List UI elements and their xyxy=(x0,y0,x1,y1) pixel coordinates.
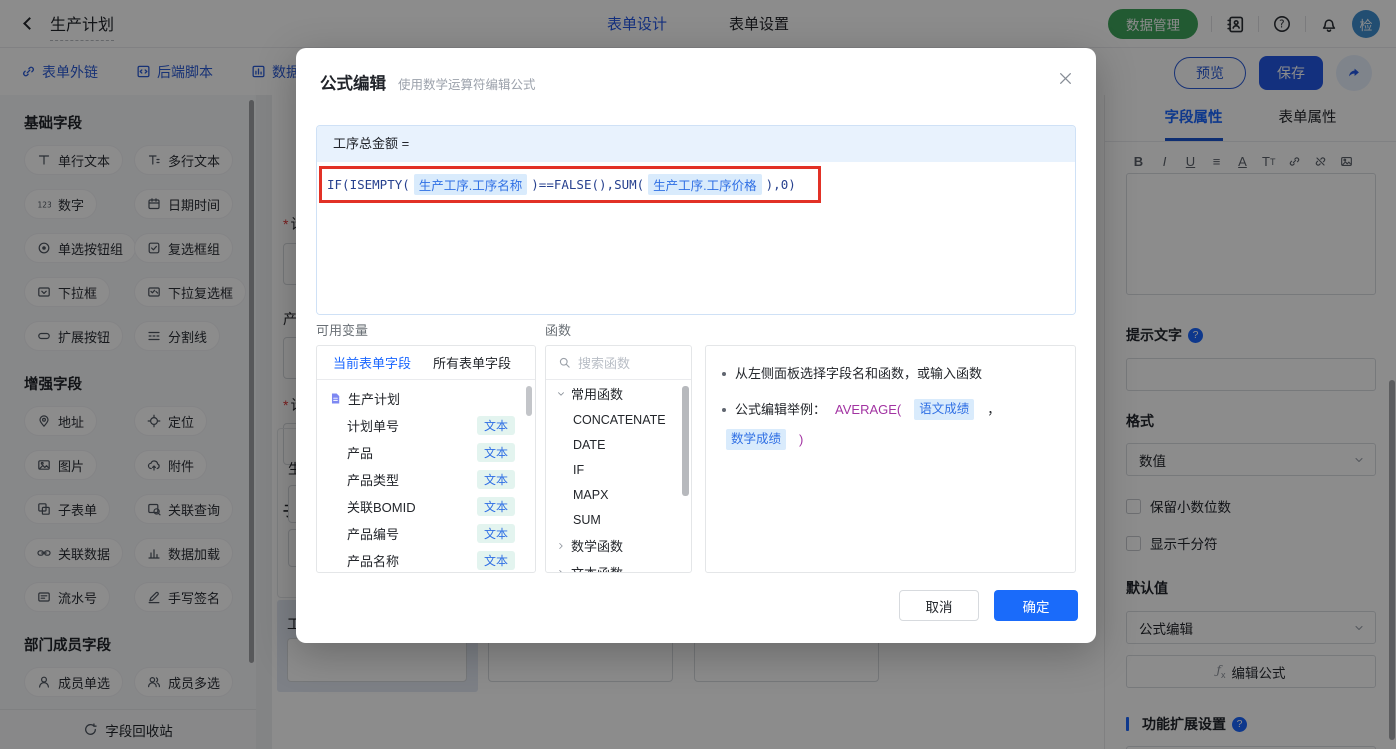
function-item[interactable]: MAPX xyxy=(546,482,691,507)
function-group-name: 文本函数 xyxy=(571,563,623,572)
formula-text: IF(ISEMPTY( xyxy=(327,177,410,192)
formula-input-line[interactable]: IF(ISEMPTY(生产工序.工序名称)==FALSE(),SUM(生产工序.… xyxy=(319,166,821,203)
variable-name: 产品 xyxy=(347,446,374,461)
search-placeholder: 搜索函数 xyxy=(578,356,631,371)
chevron-right-icon xyxy=(556,568,566,572)
function-item[interactable]: IF xyxy=(546,457,691,482)
chevron-down-icon xyxy=(556,389,566,399)
variable-row[interactable]: 计划单号 文本 xyxy=(317,412,535,439)
confirm-button[interactable]: 确定 xyxy=(994,590,1078,621)
variable-type-badge: 文本 xyxy=(476,416,515,435)
bullet xyxy=(722,371,726,376)
formula-text: ),0) xyxy=(765,177,796,192)
function-group[interactable]: 数学函数 xyxy=(546,532,691,559)
formula-editor: 工序总金额 = IF(ISEMPTY(生产工序.工序名称)==FALSE(),S… xyxy=(316,125,1076,315)
function-group[interactable]: 常用函数 xyxy=(546,380,691,407)
tip-text: ) xyxy=(799,432,804,447)
functions-panel: 搜索函数 常用函数 CONCATENATEDATEIFMAPXSUM 数学函数文本函… xyxy=(545,345,692,573)
tip-text: ， xyxy=(987,402,1001,417)
tab-current-form-fields[interactable]: 当前表单字段 xyxy=(333,353,411,372)
formula-field-chip[interactable]: 生产工序.工序价格 xyxy=(648,174,762,195)
search-icon xyxy=(558,356,571,369)
example-field-chip: 语文成绩 xyxy=(914,399,975,420)
function-group[interactable]: 文本函数 xyxy=(546,559,691,572)
variable-type-badge: 文本 xyxy=(476,497,515,516)
functions-scrollbar[interactable] xyxy=(682,386,689,496)
function-item[interactable]: DATE xyxy=(546,432,691,457)
variable-type-badge: 文本 xyxy=(476,443,515,462)
formula-target: 工序总金额 = xyxy=(317,126,1075,162)
function-item[interactable]: SUM xyxy=(546,507,691,532)
formula-text: )==FALSE(),SUM( xyxy=(531,177,645,192)
tips-panel: 从左侧面板选择字段名和函数，或输入函数 公式编辑举例： AVERAGE( 语文成绩 ，… xyxy=(705,345,1076,573)
function-group-name: 数学函数 xyxy=(571,539,624,554)
variable-name: 关联BOMID xyxy=(347,500,416,515)
variable-name: 产品名称 xyxy=(347,554,400,569)
modal-subtitle: 使用数学运算符编辑公式 xyxy=(398,78,536,92)
variable-name: 计划单号 xyxy=(347,419,400,434)
variables-scrollbar[interactable] xyxy=(526,386,532,416)
function-search-input[interactable]: 搜索函数 xyxy=(546,346,691,380)
variables-tree-root[interactable]: 生产计划 xyxy=(317,380,535,412)
example-field-chip: 数学成绩 xyxy=(726,429,787,450)
variable-row[interactable]: 关联BOMID 文本 xyxy=(317,493,535,520)
modal-title: 公式编辑 xyxy=(320,75,386,93)
formula-edit-modal: 公式编辑 使用数学运算符编辑公式 工序总金额 = IF(ISEMPTY(生产工序… xyxy=(296,48,1096,643)
document-icon xyxy=(329,392,342,405)
tip-text: 从左侧面板选择字段名和函数，或输入函数 xyxy=(735,366,983,381)
variable-type-badge: 文本 xyxy=(476,524,515,543)
variable-name: 产品类型 xyxy=(347,473,400,488)
tab-all-form-fields[interactable]: 所有表单字段 xyxy=(433,353,511,372)
bullet xyxy=(722,407,726,412)
tip-text: 公式编辑举例： xyxy=(735,402,827,417)
close-icon[interactable] xyxy=(1055,68,1075,88)
variable-type-badge: 文本 xyxy=(476,470,515,489)
functions-label: 函数 xyxy=(545,323,572,338)
chevron-right-icon xyxy=(556,541,566,551)
function-group-name: 常用函数 xyxy=(571,387,624,402)
variable-row[interactable]: 产品类型 文本 xyxy=(317,466,535,493)
formula-field-chip[interactable]: 生产工序.工序名称 xyxy=(413,174,528,195)
variable-row[interactable]: 产品 文本 xyxy=(317,439,535,466)
function-item[interactable]: CONCATENATE xyxy=(546,407,691,432)
variables-panel: 当前表单字段 所有表单字段 生产计划 计划单号 文本 产品 文本 产品类型 文本 关联BOM… xyxy=(316,345,536,573)
tip-text: AVERAGE( xyxy=(835,402,902,417)
variable-type-badge: 文本 xyxy=(476,551,515,570)
cancel-button[interactable]: 取消 xyxy=(899,590,979,621)
variables-label: 可用变量 xyxy=(316,323,369,338)
variable-name: 产品编号 xyxy=(347,527,400,542)
variable-row[interactable]: 产品编号 文本 xyxy=(317,520,535,547)
variable-row[interactable]: 产品名称 文本 xyxy=(317,547,535,572)
